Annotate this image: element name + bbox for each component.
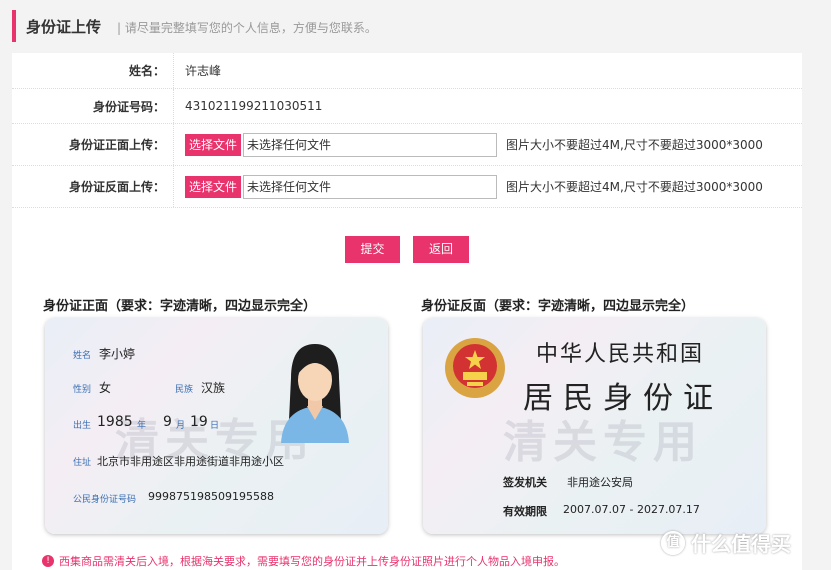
- card-day-unit: 日: [210, 421, 220, 431]
- card-gender: 女: [99, 381, 112, 395]
- card-idno: 999875198509195588: [148, 490, 274, 503]
- front-upload-label: 身份证正面上传：: [12, 124, 174, 165]
- card-valid-label: 有效期限: [503, 505, 547, 518]
- card-authority-label: 签发机关: [503, 476, 547, 489]
- card-ethnic: 汉族: [201, 381, 226, 395]
- back-file-note: 图片大小不要超过4M,尺寸不要超过3000*3000: [506, 180, 763, 194]
- back-file-input[interactable]: 未选择任何文件: [243, 174, 498, 199]
- info-icon: !: [42, 555, 54, 567]
- card-year-unit: 年: [137, 421, 147, 431]
- front-choose-file-button[interactable]: 选择文件: [185, 133, 242, 156]
- name-value: 许志峰: [185, 64, 222, 78]
- page-hint: | 请尽量完整填写您的个人信息，方便与您联系。: [117, 21, 377, 35]
- card-ethnic-label: 民族: [175, 385, 194, 395]
- card-idno-label: 公民身份证号码: [73, 495, 137, 505]
- logo-text: 什么值得买: [691, 532, 791, 556]
- card-title: 居民身份证: [523, 381, 723, 416]
- page-title: 身份证上传: [26, 18, 102, 36]
- card-month-unit: 月: [176, 421, 186, 431]
- submit-button[interactable]: 提交: [345, 236, 400, 263]
- card-country: 中华人民共和国: [536, 342, 705, 367]
- id-number-label: 身份证号码：: [12, 89, 174, 123]
- card-birth-day: 19: [190, 414, 208, 430]
- id-number-value: 431021199211030511: [185, 99, 323, 113]
- form-panel: 姓名： 许志峰 身份证号码： 431021199211030511 身份证正面上…: [12, 53, 802, 570]
- card-address-label: 住址: [73, 458, 92, 468]
- back-upload-row: 身份证反面上传： 选择文件 未选择任何文件 图片大小不要超过4M,尺寸不要超过3…: [12, 166, 802, 208]
- front-upload-row: 身份证正面上传： 选择文件 未选择任何文件 图片大小不要超过4M,尺寸不要超过3…: [12, 124, 802, 166]
- logo-icon: 值: [661, 530, 685, 555]
- front-upload-field: 选择文件 未选择任何文件 图片大小不要超过4M,尺寸不要超过3000*3000: [185, 124, 763, 165]
- name-row: 姓名： 许志峰: [12, 53, 802, 89]
- back-upload-label: 身份证反面上传：: [12, 166, 174, 207]
- card-birth-year: 1985: [97, 414, 133, 430]
- back-button[interactable]: 返回: [413, 236, 469, 263]
- name-label: 姓名：: [12, 53, 174, 88]
- card-name: 李小婷: [99, 347, 136, 361]
- id-card-front-sample: 清关专用 姓名 李小婷 性别 女 民族 汉族 出生 1985 年 9 月 19 …: [45, 318, 388, 534]
- card-birth-label: 出生: [73, 421, 92, 431]
- front-sample-title: 身份证正面（要求：字迹清晰，四边显示完全）: [43, 299, 317, 314]
- back-choose-file-button[interactable]: 选择文件: [185, 175, 242, 198]
- header-accent-bar: [12, 10, 16, 42]
- national-emblem-icon: [445, 338, 505, 398]
- card-address: 北京市非用途区非用途街道非用途小区: [97, 455, 284, 468]
- card-valid: 2007.07.07 - 2027.07.17: [563, 503, 700, 516]
- card-authority: 非用途公安局: [567, 476, 633, 489]
- back-upload-field: 选择文件 未选择任何文件 图片大小不要超过4M,尺寸不要超过3000*3000: [185, 166, 763, 207]
- back-sample-title: 身份证反面（要求：字迹清晰，四边显示完全）: [421, 299, 695, 314]
- card-gender-label: 性别: [73, 385, 92, 395]
- front-file-input[interactable]: 未选择任何文件: [243, 132, 498, 157]
- customs-notice: ! 西集商品需清关后入境，根据海关要求，需要填写您的身份证并上传身份证照片进行个…: [42, 553, 565, 569]
- site-logo: 值 什么值得买: [661, 528, 791, 557]
- id-card-back-sample: 清关专用 中华人民共和国 居民身份证 签发机关 非用途公安局 有效期限 2007…: [423, 318, 766, 534]
- card-portrait: [281, 344, 349, 443]
- page-header: 身份证上传 | 请尽量完整填写您的个人信息，方便与您联系。: [0, 0, 831, 50]
- notice-text: 西集商品需清关后入境，根据海关要求，需要填写您的身份证并上传身份证照片进行个人物…: [59, 555, 565, 568]
- card-birth-month: 9: [163, 414, 172, 430]
- card-name-label: 姓名: [73, 351, 92, 361]
- front-file-note: 图片大小不要超过4M,尺寸不要超过3000*3000: [506, 138, 763, 152]
- id-number-row: 身份证号码： 431021199211030511: [12, 89, 802, 124]
